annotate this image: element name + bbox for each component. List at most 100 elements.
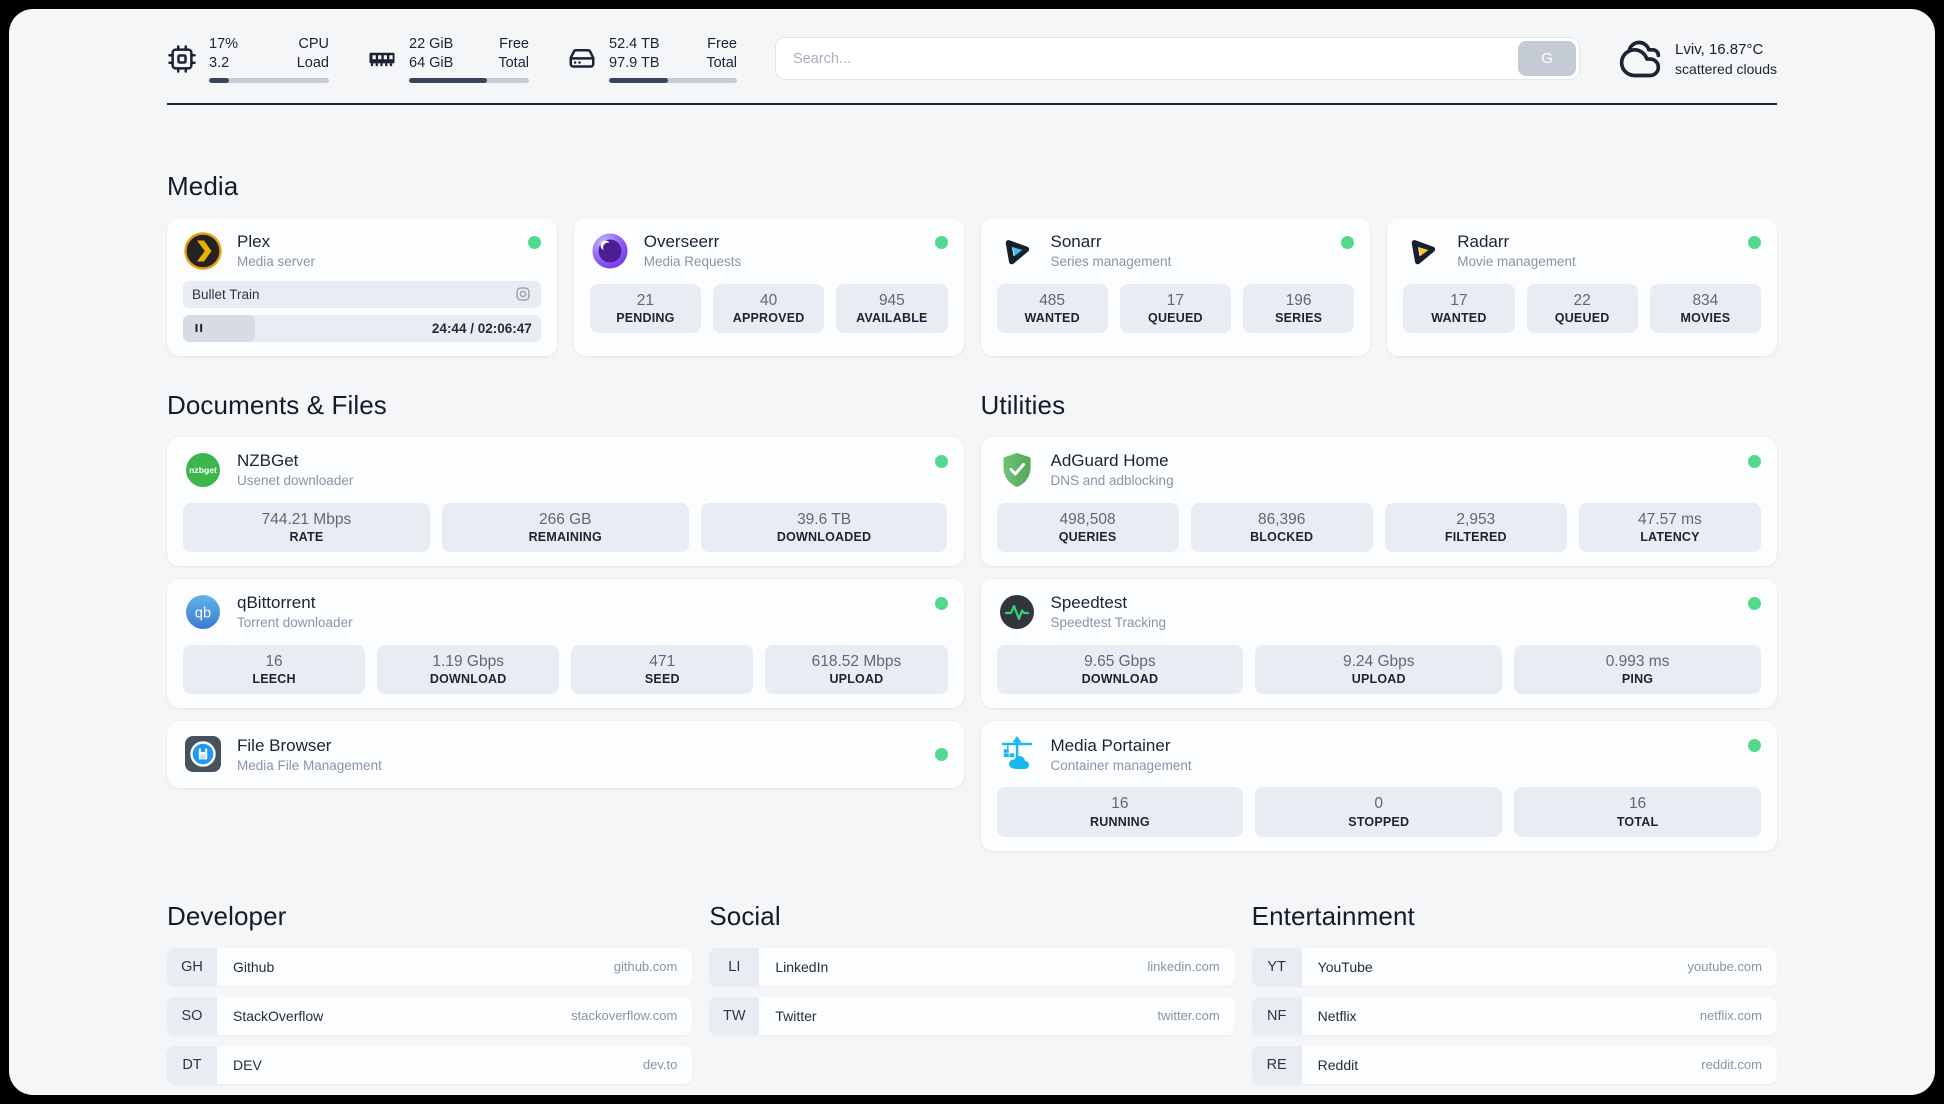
service-card-radarr[interactable]: Radarr Movie management 17 WANTED 22 QUE…: [1387, 217, 1777, 356]
bookmark-group-developer: Developer GH Github github.com SO StackO…: [167, 901, 693, 1084]
service-name: AdGuard Home: [1050, 450, 1169, 470]
svg-text:nzbget: nzbget: [189, 465, 217, 475]
service-card-nzbget[interactable]: nzbget NZBGet Usenet downloader 744.21 M…: [167, 436, 964, 567]
bookmark-youtube[interactable]: YT YouTube youtube.com: [1251, 947, 1777, 986]
section-title-media: Media: [167, 170, 239, 201]
cpu-progress-fill: [209, 77, 230, 83]
section-title-entertainment: Entertainment: [1251, 900, 1415, 931]
playback-time: 24:44 / 02:06:47: [431, 320, 532, 336]
cpu-widget: 17% 3.2 CPU Load: [167, 35, 329, 83]
stat-box: 196 SERIES: [1243, 283, 1355, 334]
stat-box: 47.57 ms LATENCY: [1578, 502, 1761, 553]
service-desc: Movie management: [1457, 254, 1576, 270]
stat-box: 1.19 Gbps DOWNLOAD: [377, 645, 560, 695]
search-provider-button[interactable]: G: [1518, 41, 1577, 77]
now-playing-title: Bullet Train: [192, 286, 260, 302]
service-name: Media Portainer: [1050, 735, 1171, 755]
pause-icon: [195, 324, 203, 333]
overseerr-icon: [592, 233, 628, 269]
stat-box: 22 QUEUED: [1526, 283, 1638, 334]
service-desc: Speedtest Tracking: [1050, 615, 1167, 631]
stat-box: 266 GB REMAINING: [441, 502, 689, 553]
disk-widget: 52.4 TB 97.9 TB Free Total: [567, 35, 737, 83]
bookmark-url: linkedin.com: [1147, 959, 1220, 975]
service-name: Sonarr: [1050, 231, 1102, 251]
bookmark-url: reddit.com: [1701, 1057, 1762, 1073]
section-documents: Documents & Files nzbget NZBGet Usenet d…: [167, 390, 964, 789]
stat-box: 9.65 Gbps DOWNLOAD: [996, 645, 1244, 695]
service-desc: Torrent downloader: [237, 615, 353, 631]
filebrowser-icon: [185, 736, 221, 773]
cpu-load-value: 3.2: [209, 54, 230, 71]
stat-box: 0.993 ms PING: [1514, 645, 1761, 695]
sonarr-icon: [1005, 239, 1029, 265]
status-badge-online: [934, 597, 948, 611]
cpu-usage-label: CPU: [298, 36, 329, 52]
stat-box: 945 AVAILABLE: [836, 283, 948, 334]
bookmark-github[interactable]: GH Github github.com: [167, 947, 693, 986]
service-card-adguard[interactable]: AdGuard Home DNS and adblocking 498,508 …: [980, 436, 1777, 567]
service-name: Radarr: [1457, 231, 1510, 251]
playback-progress-row: 24:44 / 02:06:47: [183, 314, 541, 342]
bookmark-netflix[interactable]: NF Netflix netflix.com: [1251, 996, 1777, 1035]
section-media: Media Plex Media server Bullet Train 24:…: [167, 171, 1777, 356]
service-name: File Browser: [237, 735, 332, 755]
service-card-portainer[interactable]: Media Portainer Container management 16 …: [980, 721, 1777, 851]
disk-progress-bar: [609, 77, 737, 83]
service-card-speedtest[interactable]: Speedtest Speedtest Tracking 9.65 Gbps D…: [980, 579, 1777, 709]
weather-condition: scattered clouds: [1675, 60, 1777, 77]
cpu-usage-value: 17%: [209, 36, 239, 52]
weather-location-temp: Lviv, 16.87°C: [1675, 40, 1764, 58]
nzbget-icon: nzbget: [186, 452, 220, 487]
pause-button[interactable]: [192, 321, 206, 335]
service-card-qbittorrent[interactable]: qb qBittorrent Torrent downloader 16 LEE…: [167, 579, 964, 709]
bookmark-name: YouTube: [1317, 958, 1373, 975]
disk-free-label: Free: [707, 36, 737, 52]
memory-widget: 22 GiB 64 GiB Free Total: [367, 35, 529, 83]
bookmark-dev[interactable]: DT DEV dev.to: [167, 1045, 693, 1084]
bookmark-abbr: LI: [709, 947, 760, 986]
stat-box: 471 SEED: [571, 645, 754, 695]
bookmark-group-entertainment: Entertainment YT YouTube youtube.com NF …: [1251, 900, 1777, 1084]
section-title-social: Social: [709, 900, 781, 931]
disk-progress-fill: [609, 77, 668, 83]
service-desc: Media server: [237, 254, 316, 270]
service-card-plex[interactable]: Plex Media server Bullet Train 24:44 / 0…: [167, 217, 557, 356]
speedtest-icon: [999, 595, 1034, 630]
bookmark-linkedin[interactable]: LI LinkedIn linkedin.com: [709, 947, 1235, 986]
bookmark-name: Github: [233, 958, 275, 975]
service-name: Plex: [237, 231, 271, 251]
top-bar: 17% 3.2 CPU Load 22 GiB 64 GiB Free Tota…: [167, 35, 1777, 83]
service-name: Overseerr: [643, 231, 720, 251]
bookmark-reddit[interactable]: RE Reddit reddit.com: [1251, 1045, 1777, 1084]
dashboard-page: 17% 3.2 CPU Load 22 GiB 64 GiB Free Tota…: [9, 9, 1935, 1095]
memory-total-value: 64 GiB: [409, 54, 454, 71]
status-badge-online: [1748, 235, 1761, 249]
bookmark-stackoverflow[interactable]: SO StackOverflow stackoverflow.com: [167, 996, 693, 1035]
radarr-icon: [1411, 239, 1436, 265]
service-card-filebrowser[interactable]: File Browser Media File Management: [167, 721, 964, 789]
bookmark-name: DEV: [233, 1056, 262, 1073]
scattered-clouds-icon: [1619, 40, 1661, 78]
bookmark-group-social: Social LI LinkedIn linkedin.com TW Twitt…: [709, 900, 1235, 1035]
status-badge-online: [1748, 454, 1761, 468]
search-input[interactable]: [779, 50, 1519, 67]
service-card-overseerr[interactable]: Overseerr Media Requests 21 PENDING 40 A…: [573, 217, 964, 356]
stat-box: 21 PENDING: [589, 283, 701, 334]
status-badge-online: [1748, 597, 1761, 611]
stat-box: 485 WANTED: [996, 283, 1108, 334]
search-bar: G: [775, 37, 1581, 81]
service-name: qBittorrent: [237, 593, 316, 613]
stat-box: 17 QUEUED: [1119, 283, 1231, 334]
session-view-button[interactable]: [514, 285, 532, 303]
plex-icon: [184, 231, 222, 270]
status-badge-online: [1748, 739, 1761, 753]
bookmark-twitter[interactable]: TW Twitter twitter.com: [709, 996, 1235, 1035]
memory-free-label: Free: [499, 36, 529, 52]
memory-icon: [369, 52, 395, 66]
status-badge-online: [934, 454, 948, 468]
service-card-sonarr[interactable]: Sonarr Series management 485 WANTED 17 Q…: [980, 217, 1371, 356]
service-desc: Media Requests: [643, 254, 742, 270]
service-desc: Series management: [1050, 254, 1172, 270]
stat-box: 9.24 Gbps UPLOAD: [1255, 645, 1503, 695]
